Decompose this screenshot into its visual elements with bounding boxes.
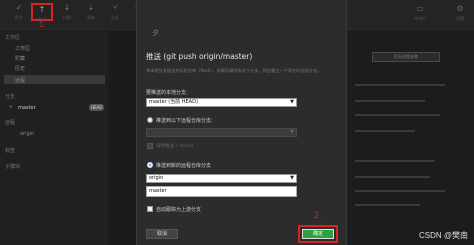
local-branch-label: 要推送的本地分支: <box>146 90 188 96</box>
text-line <box>355 84 445 86</box>
commit-label: 提交 <box>15 15 23 20</box>
force-push-checkbox[interactable] <box>147 143 153 149</box>
track-upstream-label: 自动跟踪为上游分支 <box>156 207 202 213</box>
force-push-label: 强制推送 (--force) <box>156 144 194 149</box>
sidebar-item-stash[interactable]: 贮藏 <box>15 55 25 62</box>
sidebar-item-workspace[interactable]: 工作区 <box>15 45 30 52</box>
commit-icon: ✓ <box>15 3 23 12</box>
remote-select[interactable]: origin ▼ <box>146 174 297 183</box>
sidebar: 工作区 工作区 贮藏 历史 远程 分支 ⑂ master HEAD 远程 ori… <box>0 31 108 245</box>
right-pane <box>347 31 474 245</box>
text-line <box>355 114 440 116</box>
remote-select-value: origin <box>149 175 164 181</box>
ok-button[interactable]: 确定 <box>302 229 334 239</box>
fetch-icon: ⇣ <box>87 3 95 12</box>
sidebar-item-remote[interactable]: 远程 <box>15 77 25 84</box>
pull-tool[interactable]: ↓ 拉取 <box>56 3 78 23</box>
branch-icon: ⑂ <box>112 3 118 12</box>
annotation-step2: 2. <box>314 210 322 220</box>
settings-icon: ⚙ <box>456 4 464 13</box>
terminal-icon: ▭ <box>416 4 424 13</box>
watermark: CSDN @樊南 <box>418 231 468 240</box>
branch-name: master <box>18 105 36 111</box>
push-tool[interactable]: ↑ 推送 <box>31 3 53 22</box>
cancel-button[interactable]: 取消 <box>146 229 178 239</box>
local-branch-select[interactable]: master (当前 HEAD) ▼ <box>146 98 297 107</box>
existing-remote-label: 推送到以下远程仓库分支: <box>156 118 213 124</box>
text-line <box>355 176 430 178</box>
branch-row-master[interactable]: ⑂ master HEAD <box>5 103 105 113</box>
text-line <box>355 160 435 162</box>
text-line <box>355 204 420 206</box>
text-line <box>355 190 445 192</box>
settings-label: 设置 <box>456 16 464 21</box>
remotes-header: 远程 <box>5 120 16 126</box>
settings-tool[interactable]: ⚙ 设置 <box>440 4 474 22</box>
commit-tool[interactable]: ✓ 提交 <box>8 3 30 23</box>
annotation-step1: 1. <box>39 20 46 29</box>
branch-icon: ⑂ <box>9 104 13 111</box>
remote-origin[interactable]: origin <box>20 131 34 137</box>
chevron-down-icon: ▼ <box>290 129 294 135</box>
pull-icon: ↓ <box>63 3 71 12</box>
dialog-top-icon: 夕 <box>152 29 159 37</box>
submodules-header: 子模块 <box>5 164 21 170</box>
dialog-description: 将本地分支推送到远程仓库（Push）。如果远端没有这个分支，将会建立一个同名的远… <box>146 68 322 73</box>
track-upstream-checkbox[interactable] <box>147 206 153 212</box>
branch-tool[interactable]: ⑂ 分支 <box>104 3 126 23</box>
branch-label: 分支 <box>111 15 119 20</box>
fetch-tool[interactable]: ⇣ 获取 <box>80 3 102 23</box>
app-window: ✓ 提交 ↑ 推送 ↓ 拉取 ⇣ 获取 ⑂ 分支 ⋈ 合并 1. ▭ 命令行 ⚙ <box>0 0 474 245</box>
dialog-title: 推送 (git push origin/master) <box>146 52 253 61</box>
sidebar-item-history[interactable]: 历史 <box>15 65 25 72</box>
radio-new-remote[interactable] <box>147 162 153 168</box>
fetch-label: 获取 <box>87 15 95 20</box>
text-line <box>355 100 425 102</box>
open-remote-button[interactable]: 打开远程仓库 <box>372 52 440 62</box>
tags-header: 标签 <box>5 148 16 154</box>
text-line <box>355 130 415 132</box>
existing-remote-select[interactable]: ▼ <box>146 128 297 137</box>
chevron-down-icon: ▼ <box>290 175 294 181</box>
head-badge: HEAD <box>89 104 105 111</box>
terminal-tool[interactable]: ▭ 命令行 <box>400 4 440 22</box>
local-branch-value: master (当前 HEAD) <box>149 99 198 105</box>
push-icon: ↑ <box>38 5 46 14</box>
terminal-label: 命令行 <box>414 16 426 21</box>
new-remote-label: 推送到新的远程仓库分支 <box>156 163 212 169</box>
remote-branch-input[interactable]: master <box>146 186 297 197</box>
pull-label: 拉取 <box>63 15 71 20</box>
chevron-down-icon: ▼ <box>290 99 294 105</box>
workspace-header: 工作区 <box>5 35 21 41</box>
branches-header: 分支 <box>5 94 16 100</box>
radio-existing-remote[interactable] <box>147 117 153 123</box>
